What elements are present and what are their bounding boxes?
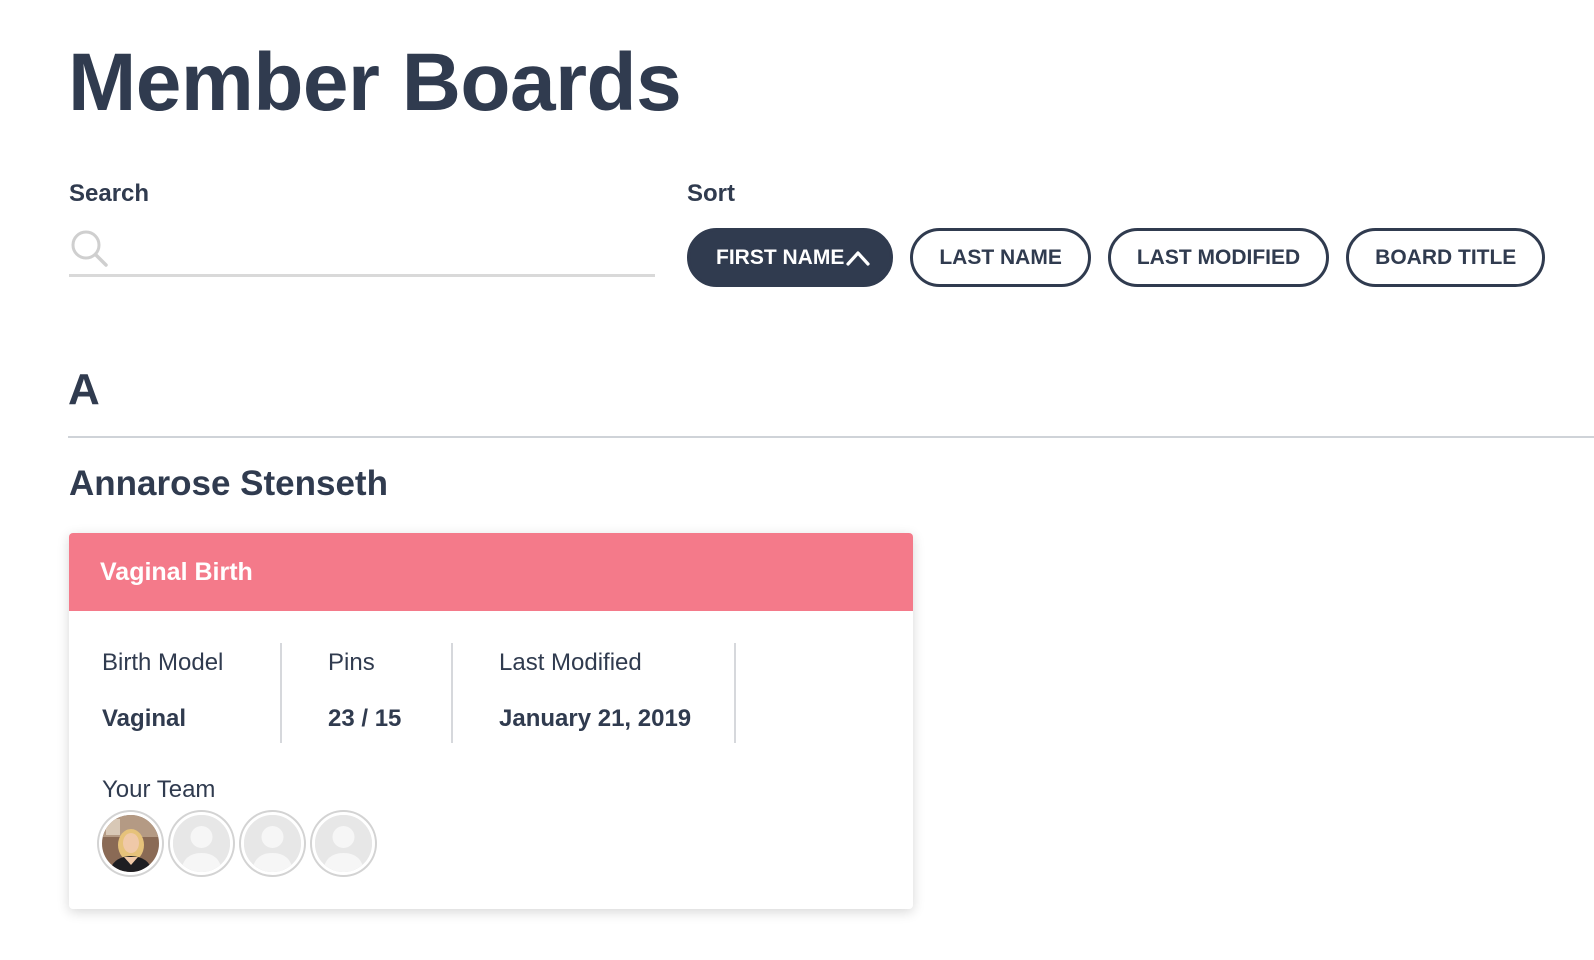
stat-divider bbox=[734, 643, 736, 743]
sort-first-name-button[interactable]: FIRST NAME bbox=[687, 228, 894, 287]
stat-label: Birth Model bbox=[102, 649, 224, 676]
stat-label: Last Modified bbox=[499, 649, 642, 676]
avatar[interactable] bbox=[170, 812, 233, 875]
search-input[interactable] bbox=[119, 227, 655, 269]
user-photo-icon bbox=[102, 815, 159, 872]
page-title: Member Boards bbox=[68, 37, 682, 128]
sort-last-modified-label: LAST MODIFIED bbox=[1136, 245, 1301, 269]
board-card-header[interactable]: Vaginal Birth bbox=[69, 533, 913, 611]
stat-divider bbox=[451, 643, 453, 743]
stat-value: January 21, 2019 bbox=[499, 705, 692, 732]
search-field[interactable] bbox=[69, 222, 655, 277]
stat-label: Pins bbox=[328, 649, 375, 676]
default-user-icon bbox=[315, 815, 372, 872]
sort-last-name-button[interactable]: LAST NAME bbox=[910, 228, 1091, 287]
chevron-up-icon bbox=[846, 249, 870, 267]
default-user-icon bbox=[244, 815, 301, 872]
avatar[interactable] bbox=[241, 812, 304, 875]
sort-first-name-label: FIRST NAME bbox=[716, 245, 845, 269]
sort-board-title-label: BOARD TITLE bbox=[1375, 245, 1517, 269]
search-label: Search bbox=[69, 180, 150, 207]
team-avatars bbox=[99, 812, 375, 875]
stat-value: 23 / 15 bbox=[328, 705, 402, 732]
sort-board-title-button[interactable]: BOARD TITLE bbox=[1346, 228, 1546, 287]
stat-last-modified: Last Modified January 21, 2019 bbox=[499, 643, 691, 743]
board-title: Vaginal Birth bbox=[100, 557, 253, 586]
sort-options: FIRST NAME LAST NAME LAST MODIFIED BOARD… bbox=[687, 228, 1546, 287]
sort-label: Sort bbox=[687, 180, 735, 207]
stat-value: Vaginal bbox=[102, 705, 187, 732]
board-card[interactable]: Vaginal Birth Birth Model Vaginal Pins 2… bbox=[69, 533, 913, 909]
default-user-icon bbox=[173, 815, 230, 872]
member-name: Annarose Stenseth bbox=[69, 464, 388, 503]
stat-pins: Pins 23 / 15 bbox=[328, 643, 401, 743]
board-stats: Birth Model Vaginal Pins 23 / 15 Last Mo… bbox=[69, 643, 913, 743]
sort-last-modified-button[interactable]: LAST MODIFIED bbox=[1107, 228, 1330, 287]
team-label: Your Team bbox=[102, 776, 216, 803]
avatar[interactable] bbox=[99, 812, 162, 875]
search-icon bbox=[71, 230, 108, 267]
group-divider bbox=[68, 436, 1594, 438]
sort-last-name-label: LAST NAME bbox=[939, 245, 1062, 269]
avatar[interactable] bbox=[312, 812, 375, 875]
group-letter-heading: A bbox=[68, 365, 100, 414]
stat-birth-model: Birth Model Vaginal bbox=[102, 643, 223, 743]
stat-divider bbox=[280, 643, 282, 743]
